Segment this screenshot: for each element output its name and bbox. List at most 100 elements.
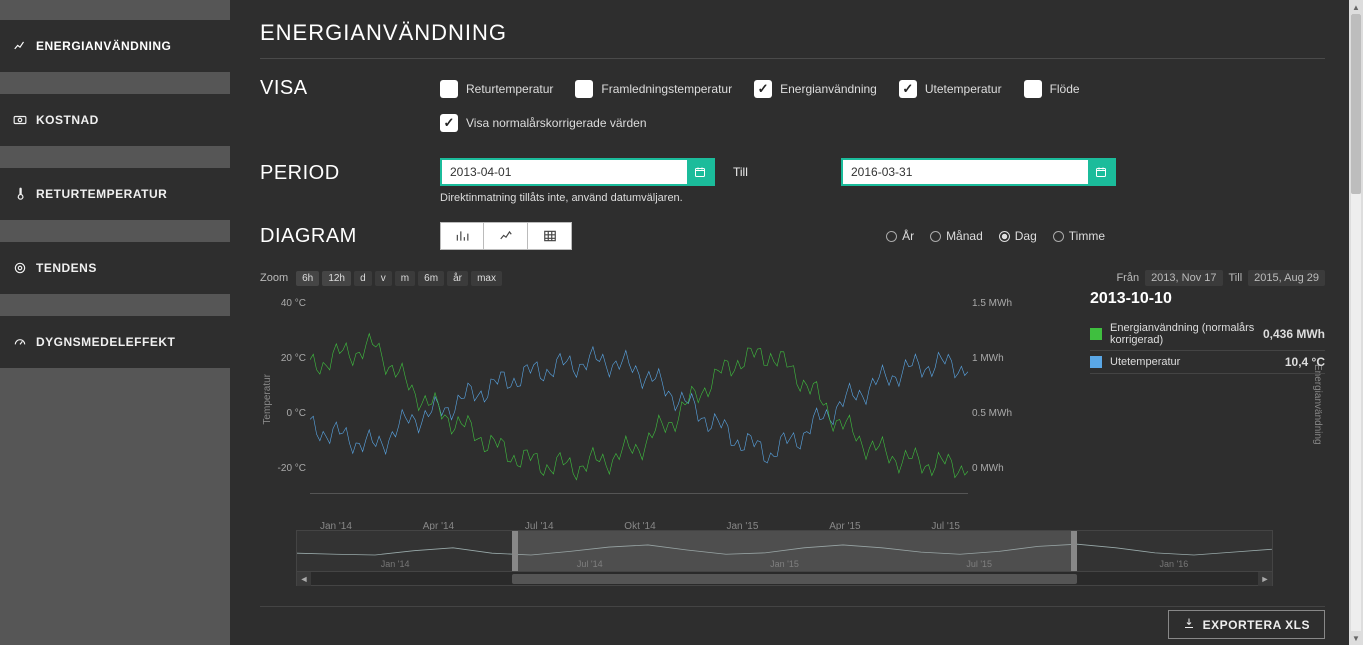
thermometer-icon	[12, 186, 28, 202]
divider	[260, 606, 1325, 607]
legend-row: Utetemperatur 10,4 °C	[1090, 351, 1325, 374]
radio-label: Dag	[1015, 229, 1037, 243]
zoom-v[interactable]: v	[375, 271, 392, 286]
calendar-icon[interactable]	[687, 160, 713, 184]
export-label: EXPORTERA XLS	[1203, 618, 1310, 632]
legend-panel: 2013-10-10 Energianvändning (normalårs k…	[1090, 290, 1325, 374]
sidebar-item-dygnsmedeleffekt[interactable]: DYGNSMEDELEFFEKT	[0, 316, 230, 368]
date-to-input[interactable]	[843, 160, 1088, 184]
scroll-down[interactable]: ▼	[1349, 631, 1363, 645]
checkbox-framledningstemperatur[interactable]: Framledningstemperatur	[575, 80, 732, 98]
period-label: PERIOD	[260, 158, 440, 185]
checkbox-returtemperatur[interactable]: Returtemperatur	[440, 80, 553, 98]
radio-månad[interactable]: Månad	[930, 229, 983, 243]
nav-selection[interactable]	[512, 531, 1078, 571]
sidebar-item-kostnad[interactable]: KOSTNAD	[0, 94, 230, 146]
sidebar-item-label: ENERGIANVÄNDNING	[36, 39, 171, 53]
radio-timme[interactable]: Timme	[1053, 229, 1105, 243]
page-title: ENERGIANVÄNDNING	[260, 20, 1325, 58]
nav-scroll-left[interactable]: ◄	[297, 572, 311, 586]
range-from-label: Från	[1116, 272, 1139, 284]
zoom-6m[interactable]: 6m	[418, 271, 444, 286]
sidebar-item-label: TENDENS	[36, 261, 97, 275]
radio-dot	[886, 231, 897, 242]
nav-scroll-right[interactable]: ►	[1258, 572, 1272, 586]
visa-row: VISA ReturtemperaturFramledningstemperat…	[260, 77, 1325, 100]
sidebar-item-label: DYGNSMEDELEFFEKT	[36, 335, 175, 349]
zoom-12h[interactable]: 12h	[322, 271, 351, 286]
chart-type-table[interactable]	[528, 222, 572, 250]
divider	[260, 58, 1325, 59]
checkbox-energianvändning[interactable]: Energianvändning	[754, 80, 877, 98]
zoom-row: Zoom 6h 12h d v m 6m år max Från 2013, N…	[260, 270, 1325, 286]
legend-value: 10,4 °C	[1285, 355, 1325, 369]
zoom-6h[interactable]: 6h	[296, 271, 319, 286]
window-scrollbar[interactable]: ▲ ▼	[1349, 0, 1363, 645]
visa-options: Returtemperatur Framledningstemperatur Ene…	[440, 80, 1325, 98]
checkbox-label: Flöde	[1050, 82, 1080, 96]
chart-area[interactable]: 40 °C20 °C0 °C-20 °C 1.5 MWh1 MWh0.5 MWh…	[260, 294, 1020, 494]
legend-value: 0,436 MWh	[1263, 327, 1325, 341]
zoom-label: Zoom	[260, 272, 288, 284]
y-right-ticks: 1.5 MWh1 MWh0.5 MWh0 MWh	[968, 294, 1020, 494]
calendar-icon[interactable]	[1088, 160, 1114, 184]
legend-date: 2013-10-10	[1090, 290, 1325, 308]
sidebar-item-returtemperatur[interactable]: RETURTEMPERATUR	[0, 168, 230, 220]
legend-row: Energianvändning (normalårs korrigerad)0…	[1090, 318, 1325, 351]
download-icon	[1183, 617, 1195, 632]
legend-swatch	[1090, 328, 1102, 340]
date-to-field[interactable]	[841, 158, 1116, 186]
scroll-up[interactable]: ▲	[1349, 0, 1363, 14]
chart-type-bar[interactable]	[440, 222, 484, 250]
checkbox-box	[899, 80, 917, 98]
zoom-m[interactable]: m	[395, 271, 415, 286]
date-from-field[interactable]	[440, 158, 715, 186]
chart-navigator[interactable]: Jan '14Jul '14Jan '15Jul '15Jan '16 ◄ ►	[296, 530, 1273, 586]
checkbox-box	[1024, 80, 1042, 98]
range-till-value[interactable]: 2015, Aug 29	[1248, 270, 1325, 286]
sidebar-item-label: KOSTNAD	[36, 113, 99, 127]
checkbox-utetemperatur[interactable]: Utetemperatur	[899, 80, 1002, 98]
diagram-row: DIAGRAM År Månad Dag Timme	[260, 222, 1325, 250]
nav-scroll-thumb[interactable]	[512, 574, 1078, 584]
range-from-value[interactable]: 2013, Nov 17	[1145, 270, 1222, 286]
sidebar-item-tendens[interactable]: TENDENS	[0, 242, 230, 294]
date-from-input[interactable]	[442, 160, 687, 184]
chart-type-line[interactable]	[484, 222, 528, 250]
checkbox-label: Utetemperatur	[925, 82, 1002, 96]
money-icon	[12, 112, 28, 128]
radio-label: År	[902, 229, 914, 243]
zoom-max[interactable]: max	[471, 271, 502, 286]
sidebar-item-label: RETURTEMPERATUR	[36, 187, 167, 201]
zoom-år[interactable]: år	[447, 271, 468, 286]
chart-plot[interactable]	[310, 294, 968, 494]
diagram-label: DIAGRAM	[260, 225, 440, 248]
radio-label: Månad	[946, 229, 983, 243]
radio-label: Timme	[1069, 229, 1105, 243]
checkbox-label: Energianvändning	[780, 82, 877, 96]
legend-label: Utetemperatur	[1110, 356, 1277, 368]
legend-swatch	[1090, 356, 1102, 368]
checkbox-normal-corr[interactable]: Visa normalårskorrigerade värden	[440, 114, 647, 132]
target-icon	[12, 260, 28, 276]
checkbox-box	[440, 114, 458, 132]
checkbox-label: Visa normalårskorrigerade värden	[466, 116, 647, 130]
period-hint: Direktinmatning tillåts inte, använd dat…	[440, 192, 1325, 204]
radio-dag[interactable]: Dag	[999, 229, 1037, 243]
radio-dot	[1053, 231, 1064, 242]
nav-scrollbar[interactable]: ◄ ►	[297, 571, 1272, 585]
chart-type-group	[440, 222, 572, 250]
scroll-thumb[interactable]	[1351, 14, 1361, 194]
radio-år[interactable]: År	[886, 229, 914, 243]
main-panel: ENERGIANVÄNDNING VISA ReturtemperaturFra…	[230, 0, 1355, 645]
period-row: PERIOD Till	[260, 158, 1325, 204]
zoom-d[interactable]: d	[354, 271, 372, 286]
gauge-icon	[12, 334, 28, 350]
checkbox-flöde[interactable]: Flöde	[1024, 80, 1080, 98]
checkbox-label: Framledningstemperatur	[601, 82, 732, 96]
till-label: Till	[733, 165, 823, 179]
export-xls-button[interactable]: EXPORTERA XLS	[1168, 610, 1325, 639]
sidebar: ENERGIANVÄNDNING KOSTNAD RETURTEMPERATUR TE…	[0, 0, 230, 645]
y-left-ticks: 40 °C20 °C0 °C-20 °C	[260, 294, 310, 494]
sidebar-item-energianvändning[interactable]: ENERGIANVÄNDNING	[0, 20, 230, 72]
